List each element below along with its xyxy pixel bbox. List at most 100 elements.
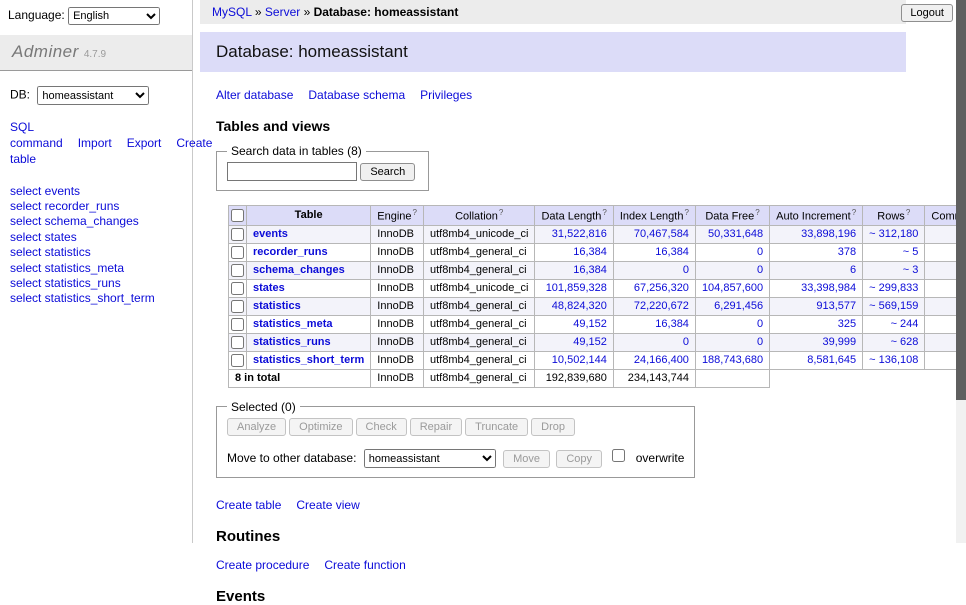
sidebar-link-sql-command[interactable]: SQL command — [10, 120, 63, 150]
row-checkbox[interactable] — [231, 336, 244, 349]
check-button[interactable]: Check — [356, 418, 407, 436]
table-link-recorder-runs[interactable]: recorder_runs — [253, 246, 328, 258]
app-header: Adminer 4.7.9 — [0, 35, 192, 71]
link-create-table[interactable]: Create table — [216, 498, 281, 512]
sidebar-select-statistics[interactable]: select statistics — [10, 245, 182, 259]
language-select[interactable]: English — [68, 7, 160, 25]
help-icon[interactable]: ? — [499, 208, 503, 217]
help-icon[interactable]: ? — [852, 208, 856, 217]
column-header-rows: Rows? — [863, 206, 925, 226]
cell-data-length: 49,152 — [535, 315, 613, 333]
row-checkbox-cell — [229, 297, 247, 315]
breadcrumb-separator: » — [252, 5, 265, 19]
table-row-statistics-runs: statistics_runsInnoDButf8mb4_general_ci4… — [229, 333, 966, 351]
breadcrumb-item-server[interactable]: Server — [265, 5, 300, 19]
db-link-database-schema[interactable]: Database schema — [308, 88, 405, 102]
cell-data-free: 6,291,456 — [695, 297, 769, 315]
cell-data-length: 49,152 — [535, 333, 613, 351]
row-checkbox[interactable] — [231, 318, 244, 331]
scrollbar-thumb[interactable] — [956, 0, 966, 400]
search-legend: Search data in tables (8) — [227, 144, 366, 158]
row-checkbox-cell — [229, 261, 247, 279]
sidebar-select-states[interactable]: select states — [10, 230, 182, 244]
cell-index-length: 16,384 — [613, 315, 695, 333]
table-link-events[interactable]: events — [253, 228, 288, 240]
cell-data-free: 0 — [695, 261, 769, 279]
link-create-view[interactable]: Create view — [296, 498, 359, 512]
row-checkbox[interactable] — [231, 354, 244, 367]
link-create-function[interactable]: Create function — [324, 558, 405, 572]
row-checkbox[interactable] — [231, 264, 244, 277]
row-checkbox-cell — [229, 333, 247, 351]
analyze-button[interactable]: Analyze — [227, 418, 286, 436]
table-link-statistics-meta[interactable]: statistics_meta — [253, 318, 333, 330]
db-select[interactable]: homeassistant — [37, 86, 149, 105]
move-db-select[interactable]: homeassistant — [364, 449, 496, 468]
help-icon[interactable]: ? — [755, 208, 759, 217]
cell-collation: utf8mb4_unicode_ci — [424, 279, 535, 297]
sidebar-select-recorder-runs[interactable]: select recorder_runs — [10, 199, 182, 213]
cell-engine: InnoDB — [371, 225, 424, 243]
table-link-statistics-runs[interactable]: statistics_runs — [253, 336, 331, 348]
sidebar-link-import[interactable]: Import — [78, 136, 112, 150]
overwrite-label[interactable]: overwrite — [636, 451, 685, 465]
repair-button[interactable]: Repair — [410, 418, 462, 436]
total-engine: InnoDB — [371, 369, 424, 387]
selected-actions: AnalyzeOptimizeCheckRepairTruncateDrop — [227, 418, 684, 436]
sidebar-select-events[interactable]: select events — [10, 184, 182, 198]
cell-collation: utf8mb4_general_ci — [424, 315, 535, 333]
help-icon[interactable]: ? — [602, 208, 606, 217]
move-label: Move to other database: — [227, 451, 356, 465]
drop-button[interactable]: Drop — [531, 418, 575, 436]
table-row-statistics-meta: statistics_meta InnoDButf8mb4_general_ci4… — [229, 315, 966, 333]
version-label: 4.7.9 — [84, 49, 106, 60]
search-input[interactable] — [227, 162, 357, 181]
adminer-logo[interactable]: Adminer — [12, 42, 79, 61]
cell-data-length: 16,384 — [535, 261, 613, 279]
table-link-statistics[interactable]: statistics — [253, 300, 301, 312]
sidebar-select-schema-changes[interactable]: select schema_changes — [10, 214, 182, 228]
db-link-privileges[interactable]: Privileges — [420, 88, 472, 102]
cell-index-length: 67,256,320 — [613, 279, 695, 297]
db-link-alter-database[interactable]: Alter database — [216, 88, 293, 102]
copy-button[interactable]: Copy — [556, 450, 602, 468]
sidebar-select-statistics-runs[interactable]: select statistics_runs — [10, 276, 182, 290]
table-link-schema-changes[interactable]: schema_changes — [253, 264, 345, 276]
cell-data-free: 50,331,648 — [695, 225, 769, 243]
move-row: Move to other database: homeassistant Mo… — [227, 446, 684, 469]
select-all-checkbox[interactable] — [231, 209, 244, 222]
cell-auto-increment: 913,577 — [770, 297, 863, 315]
cell-engine: InnoDB — [371, 243, 424, 261]
cell-engine: InnoDB — [371, 297, 424, 315]
row-checkbox[interactable] — [231, 300, 244, 313]
cell-engine: InnoDB — [371, 351, 424, 369]
optimize-button[interactable]: Optimize — [289, 418, 352, 436]
row-checkbox[interactable] — [231, 246, 244, 259]
logout-button[interactable]: Logout — [901, 4, 953, 22]
sidebar-select-statistics-meta[interactable]: select statistics_meta — [10, 261, 182, 275]
table-link-states[interactable]: states — [253, 282, 285, 294]
overwrite-checkbox[interactable] — [612, 449, 625, 462]
breadcrumb-item-mysql[interactable]: MySQL — [212, 5, 252, 19]
search-button[interactable]: Search — [360, 163, 415, 181]
help-icon[interactable]: ? — [906, 208, 910, 217]
sidebar-command-links: SQL commandImportExportCreate table — [10, 119, 162, 168]
total-data-free — [695, 369, 769, 387]
cell-engine: InnoDB — [371, 315, 424, 333]
row-checkbox[interactable] — [231, 228, 244, 241]
events-title: Events — [216, 588, 906, 605]
cell-rows: ~ 244 — [863, 315, 925, 333]
row-checkbox[interactable] — [231, 282, 244, 295]
truncate-button[interactable]: Truncate — [465, 418, 528, 436]
move-button[interactable]: Move — [503, 450, 550, 468]
row-checkbox-cell — [229, 351, 247, 369]
help-icon[interactable]: ? — [684, 208, 688, 217]
breadcrumb-item-database-homeassistant: Database: homeassistant — [314, 5, 459, 19]
link-create-procedure[interactable]: Create procedure — [216, 558, 309, 572]
table-link-statistics-short-term[interactable]: statistics_short_term — [253, 354, 364, 366]
help-icon[interactable]: ? — [413, 208, 417, 217]
column-label: Rows — [877, 211, 905, 223]
sidebar-select-statistics-short-term[interactable]: select statistics_short_term — [10, 291, 182, 305]
cell-data-free: 0 — [695, 315, 769, 333]
sidebar-link-export[interactable]: Export — [127, 136, 162, 150]
